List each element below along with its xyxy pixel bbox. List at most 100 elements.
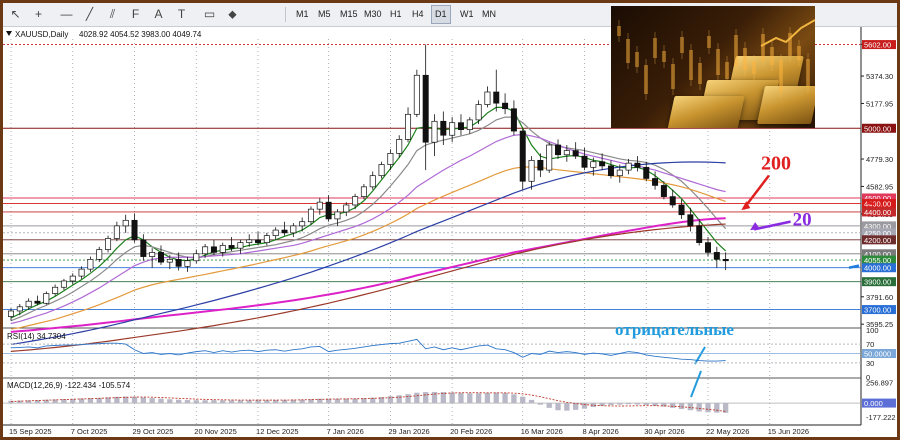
candle-body [325,201,332,220]
macd-histogram-bar [581,403,588,409]
fibo-icon[interactable]: F [127,6,144,23]
photo-candle-body [734,35,738,66]
timeframe-m30[interactable]: M30 [361,6,385,23]
macd-histogram-bar [431,391,438,404]
rsi-tick-label: 70 [866,340,874,349]
timeframe-w1[interactable]: W1 [457,6,477,23]
level-price-label: 5000.00 [864,124,891,133]
candle-body [166,259,173,263]
macd-histogram-bar [555,403,561,411]
timeframe-m1[interactable]: M1 [293,6,312,23]
macd-histogram-bar [625,403,632,405]
shapes-icon[interactable]: ⬥ [224,6,241,23]
candle-body [25,300,32,308]
timeframe-d1[interactable]: D1 [431,5,451,24]
macd-histogram-bar [528,399,535,404]
candle-body [431,120,438,143]
candle-body [184,260,191,267]
candle-body [510,108,517,132]
macd-histogram-bar [423,392,429,404]
candle-body [281,229,288,234]
level-price-label: 3700.00 [864,306,891,315]
x-tick-label: 15 Jun 2026 [768,427,809,436]
macd-histogram-bar [449,392,455,404]
photo-candle-body [761,34,765,61]
candle-body [219,245,226,253]
candle-body [263,235,270,243]
macd-histogram-bar [211,400,217,404]
candle-body [255,239,262,243]
cursor-icon[interactable]: ↖ [7,6,24,23]
macd-histogram-bar [228,400,235,404]
macd-histogram-bar [475,393,482,404]
level-price-label: 5602.00 [864,41,891,50]
macd-histogram-bar [670,403,676,408]
candle-body [272,229,279,236]
timeframe-h4[interactable]: H4 [409,6,427,23]
candle-body [634,162,641,168]
macd-histogram-bar [458,392,464,404]
macd-histogram-bar [131,396,138,404]
macd-histogram-bar [546,403,552,408]
photo-candle-body [662,51,666,62]
candle-body [528,159,535,182]
candle-body [52,286,59,294]
rsi-tick-label: 100 [866,326,879,335]
macd-histogram-bar [617,403,623,405]
candle-body [449,122,456,136]
candle-body [210,246,217,253]
candle-body [122,219,129,227]
text-icon[interactable]: A [150,6,167,23]
candle-body [105,238,112,250]
x-tick-label: 8 Apr 2026 [582,427,618,436]
photo-candle-body [770,47,774,65]
candle-body [696,225,703,243]
rectangle-icon[interactable]: ▭ [201,6,218,23]
candle-body [316,201,323,210]
x-tick-label: 20 Feb 2026 [450,427,492,436]
label-icon[interactable]: T [173,6,190,23]
candle-body [299,221,306,227]
candle-body [396,139,403,154]
candle-body [8,310,14,317]
candle-body [722,259,729,262]
crosshair-icon[interactable]: + [30,6,47,23]
candle-body [519,130,526,182]
price-tick-label: 4779.30 [866,155,893,164]
trendline-icon[interactable]: ╱ [81,6,98,23]
candle-body [175,259,182,267]
photo-candle-body [626,39,630,63]
candle-body [290,225,297,234]
macd-histogram-bar [493,392,499,404]
photo-candle-body [698,63,702,84]
hline-icon[interactable]: — [58,6,75,23]
price-tick-label: 5374.30 [866,72,893,81]
x-tick-label: 12 Dec 2025 [256,427,299,436]
timeframe-m5[interactable]: M5 [315,6,334,23]
annotation-200: 200 [761,152,791,174]
macd-histogram-bar [520,396,526,404]
timeframe-m15[interactable]: M15 [337,6,361,23]
rsi-label: RSI(14) 34.7304 [7,332,66,341]
terminal-window: ↖ + — ╱ ⫽ F A T ▭ ⬥ M1 M5 M15 M30 H1 H4 D1 W1 MN 15 Sep 20… [3,3,897,437]
candle-body [413,74,420,115]
candle-body [537,159,544,171]
level-price-label: 3900.00 [864,278,891,287]
x-tick-label: 7 Jan 2026 [327,427,364,436]
candle-body [360,186,367,197]
candle-body [713,252,720,260]
timeframe-mn[interactable]: MN [479,6,499,23]
channel-icon[interactable]: ⫽ [104,6,121,23]
candle-body [669,196,676,206]
candle-body [34,300,41,304]
gold-bars-image [611,6,815,128]
annotation-negative: отрицательные [615,320,734,339]
timeframe-h1[interactable]: H1 [387,6,405,23]
candle-body [581,155,588,168]
candle-body [60,280,67,288]
macd-histogram-bar [202,400,208,404]
photo-candle-body [779,60,783,92]
candle-body [440,120,447,136]
photo-candle-body [707,36,711,48]
candle-body [475,104,482,121]
